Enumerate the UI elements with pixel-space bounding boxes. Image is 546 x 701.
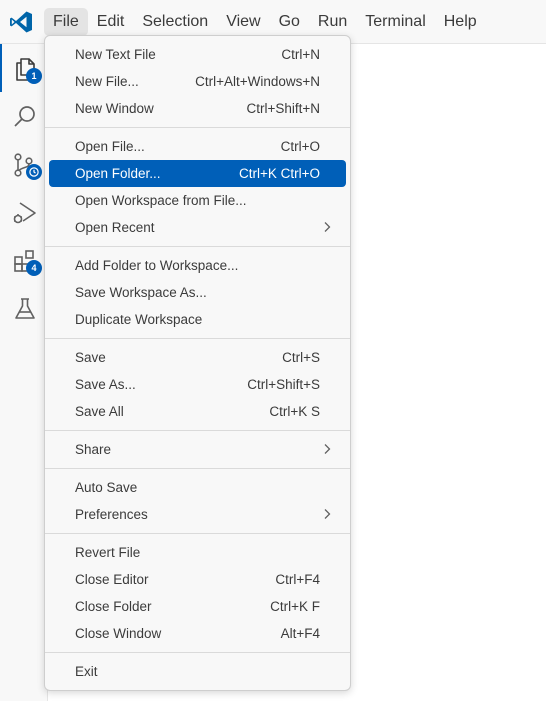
menu-item-label: Exit — [75, 664, 98, 679]
clock-icon — [26, 164, 42, 180]
menu-item-share[interactable]: Share — [49, 436, 346, 463]
file-menu: New Text File Ctrl+N New File... Ctrl+Al… — [44, 35, 351, 691]
activity-source-control[interactable] — [0, 140, 48, 188]
menu-go[interactable]: Go — [270, 8, 309, 36]
menu-help[interactable]: Help — [435, 8, 486, 36]
menu-item-save-all[interactable]: Save All Ctrl+K S — [49, 398, 346, 425]
menu-item-shortcut: Ctrl+Shift+N — [246, 101, 320, 116]
menu-item-label: New Text File — [75, 47, 156, 62]
testing-icon — [15, 298, 35, 319]
menu-item-new-window[interactable]: New Window Ctrl+Shift+N — [49, 95, 346, 122]
explorer-badge: 1 — [26, 68, 42, 84]
menu-selection[interactable]: Selection — [133, 8, 217, 36]
menu-item-add-folder-to-workspace[interactable]: Add Folder to Workspace... — [49, 252, 346, 279]
chevron-right-icon — [324, 509, 331, 519]
menu-item-shortcut: Ctrl+K Ctrl+O — [238, 166, 320, 181]
menu-item-shortcut: Ctrl+F4 — [275, 572, 320, 587]
menu-item-label: Auto Save — [75, 480, 138, 495]
menu-separator — [45, 127, 350, 128]
menu-separator — [45, 533, 350, 534]
menu-item-label: Close Folder — [75, 599, 152, 614]
menu-separator — [45, 246, 350, 247]
menu-item-label: Save Workspace As... — [75, 285, 207, 300]
chevron-right-icon — [324, 222, 331, 232]
menu-item-shortcut: Ctrl+Shift+S — [247, 377, 320, 392]
menu-item-label: Save As... — [75, 377, 136, 392]
menu-item-open-file[interactable]: Open File... Ctrl+O — [49, 133, 346, 160]
activity-search[interactable] — [0, 92, 48, 140]
menu-item-shortcut: Alt+F4 — [280, 626, 320, 641]
menu-bar: File Edit Selection View Go Run Terminal… — [44, 8, 486, 36]
menu-terminal[interactable]: Terminal — [356, 8, 434, 36]
menu-item-label: Close Editor — [75, 572, 149, 587]
menu-item-duplicate-workspace[interactable]: Duplicate Workspace — [49, 306, 346, 333]
menu-separator — [45, 468, 350, 469]
menu-item-label: Open Folder... — [75, 166, 161, 181]
menu-item-label: Save — [75, 350, 106, 365]
menu-item-new-text-file[interactable]: New Text File Ctrl+N — [49, 41, 346, 68]
menu-item-open-workspace[interactable]: Open Workspace from File... — [49, 187, 346, 214]
menu-file[interactable]: File — [44, 8, 88, 36]
menu-item-preferences[interactable]: Preferences — [49, 501, 346, 528]
menu-item-open-recent[interactable]: Open Recent — [49, 214, 346, 241]
menu-item-label: Preferences — [75, 507, 148, 522]
menu-separator — [45, 338, 350, 339]
run-debug-icon — [13, 202, 36, 224]
menu-item-save[interactable]: Save Ctrl+S — [49, 344, 346, 371]
menu-item-label: Duplicate Workspace — [75, 312, 203, 327]
menu-item-close-editor[interactable]: Close Editor Ctrl+F4 — [49, 566, 346, 593]
menu-run[interactable]: Run — [309, 8, 356, 36]
menu-item-shortcut: Ctrl+Alt+Windows+N — [195, 74, 320, 89]
activity-extensions[interactable]: 4 — [0, 236, 48, 284]
menu-item-label: Revert File — [75, 545, 141, 560]
menu-item-new-file[interactable]: New File... Ctrl+Alt+Windows+N — [49, 68, 346, 95]
vscode-logo-icon[interactable] — [9, 10, 33, 34]
menu-item-label: New Window — [75, 101, 154, 116]
menu-item-label: Close Window — [75, 626, 162, 641]
menu-separator — [45, 652, 350, 653]
menu-view[interactable]: View — [217, 8, 269, 36]
menu-item-exit[interactable]: Exit — [49, 658, 346, 685]
menu-item-label: Share — [75, 442, 112, 457]
activity-bar: 1 4 — [0, 44, 48, 701]
chevron-right-icon — [324, 444, 331, 454]
menu-item-shortcut: Ctrl+K F — [270, 599, 320, 614]
menu-separator — [45, 430, 350, 431]
menu-item-label: Open Recent — [75, 220, 155, 235]
menu-item-label: New File... — [75, 74, 139, 89]
search-icon — [14, 106, 35, 127]
menu-item-auto-save[interactable]: Auto Save — [49, 474, 346, 501]
menu-item-save-as[interactable]: Save As... Ctrl+Shift+S — [49, 371, 346, 398]
menu-item-shortcut: Ctrl+K S — [269, 404, 320, 419]
menu-item-revert-file[interactable]: Revert File — [49, 539, 346, 566]
activity-testing[interactable] — [0, 284, 48, 332]
activity-explorer[interactable]: 1 — [0, 44, 48, 92]
menu-item-label: Open File... — [75, 139, 145, 154]
menu-item-shortcut: Ctrl+S — [282, 350, 320, 365]
menu-item-open-folder[interactable]: Open Folder... Ctrl+K Ctrl+O — [49, 160, 346, 187]
activity-run-debug[interactable] — [0, 188, 48, 236]
menu-item-shortcut: Ctrl+O — [280, 139, 320, 154]
menu-item-close-folder[interactable]: Close Folder Ctrl+K F — [49, 593, 346, 620]
extensions-badge: 4 — [26, 260, 42, 276]
menu-item-shortcut: Ctrl+N — [281, 47, 320, 62]
menu-item-label: Add Folder to Workspace... — [75, 258, 239, 273]
menu-edit[interactable]: Edit — [88, 8, 134, 36]
menu-item-label: Open Workspace from File... — [75, 193, 247, 208]
menu-item-save-workspace-as[interactable]: Save Workspace As... — [49, 279, 346, 306]
menu-item-close-window[interactable]: Close Window Alt+F4 — [49, 620, 346, 647]
menu-item-label: Save All — [75, 404, 124, 419]
